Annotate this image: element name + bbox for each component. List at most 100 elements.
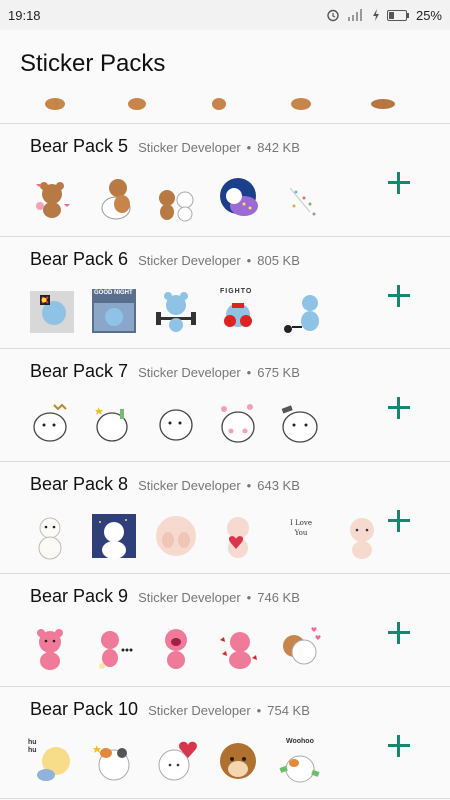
pack-meta: Sticker Developer • 805 KB	[138, 252, 300, 268]
sticker-image: GOOD NIGHT	[90, 287, 138, 335]
page-title: Sticker Packs	[20, 50, 166, 77]
sticker-image	[152, 512, 200, 560]
sticker-pack-row[interactable]: Bear Pack 7 Sticker Developer • 675 KB	[0, 349, 450, 462]
pack-size: 805 KB	[257, 252, 300, 268]
status-time: 19:18	[8, 7, 41, 23]
sticker-pack-row[interactable]: Bear Pack 9 Sticker Developer • 746 KB	[0, 574, 450, 687]
pack-header: Bear Pack 7 Sticker Developer • 675 KB	[30, 361, 300, 382]
sticker-caption: I Love You	[290, 518, 312, 537]
sticker-image	[214, 624, 262, 672]
pack-meta: Sticker Developer • 643 KB	[138, 477, 300, 493]
sticker-tray: I Love You	[28, 512, 386, 560]
sticker-image: FIGHTO	[214, 287, 262, 335]
sticker-image	[90, 624, 138, 672]
sticker-caption: hu hu	[28, 738, 37, 754]
status-icons: 25%	[326, 8, 442, 23]
add-icon[interactable]	[386, 508, 412, 534]
charging-icon	[372, 9, 380, 21]
sticker-image	[276, 174, 324, 222]
battery-percent: 25%	[415, 7, 442, 23]
sticker-image	[276, 287, 324, 335]
sticker-image	[152, 399, 200, 447]
pack-name: Bear Pack 10	[30, 698, 139, 719]
pack-author: Sticker Developer	[138, 140, 241, 155]
sticker-caption: Woohoo	[286, 737, 314, 745]
sticker-tray	[28, 399, 324, 447]
sticker-image	[204, 98, 252, 123]
sticker-pack-partial[interactable]	[0, 98, 450, 124]
pack-size: 643 KB	[257, 477, 300, 493]
pack-name: Bear Pack 8	[30, 473, 129, 494]
pack-size: 842 KB	[257, 140, 300, 155]
sticker-pack-row[interactable]: Bear Pack 6 Sticker Developer • 805 KB GOO…	[0, 236, 450, 349]
sticker-pack-list[interactable]: Bear Pack 5 Sticker Developer • 842 KB Bea…	[0, 98, 450, 800]
pack-author: Sticker Developer	[138, 252, 241, 268]
sticker-image	[286, 98, 334, 123]
pack-name: Bear Pack 7	[30, 361, 129, 381]
sticker-image	[214, 512, 262, 560]
sticker-tray: GOOD NIGHT FIGHTO	[28, 287, 324, 335]
status-bar: 19:18 25%	[0, 0, 450, 30]
sticker-image	[40, 98, 88, 123]
sticker-tray	[28, 174, 324, 222]
sticker-tray	[28, 624, 324, 672]
alarm-icon	[326, 8, 340, 22]
app-bar: Sticker Packs	[0, 30, 450, 98]
sticker-tray: hu hu Woohoo	[28, 737, 324, 785]
battery-icon	[386, 9, 409, 21]
pack-header: Bear Pack 5 Sticker Developer • 842 KB	[30, 136, 300, 157]
sticker-image	[152, 624, 200, 672]
sticker-image	[28, 512, 76, 560]
pack-author: Sticker Developer	[148, 702, 251, 718]
pack-size: 746 KB	[257, 590, 300, 605]
pack-author: Sticker Developer	[138, 365, 241, 380]
pack-name: Bear Pack 6	[30, 248, 129, 269]
sticker-tray	[40, 98, 416, 123]
pack-meta: Sticker Developer • 754 KB	[148, 702, 310, 718]
sticker-image: Woohoo	[276, 737, 324, 785]
pack-name: Bear Pack 5	[30, 136, 129, 156]
pack-header: Bear Pack 9 Sticker Developer • 746 KB	[30, 586, 300, 607]
sticker-image	[28, 174, 76, 222]
sticker-pack-row[interactable]: Bear Pack 8 Sticker Developer • 643 KB I L…	[0, 461, 450, 574]
sticker-caption: GOOD NIGHT	[94, 289, 133, 296]
sticker-image	[276, 399, 324, 447]
pack-author: Sticker Developer	[138, 590, 241, 605]
pack-name: Bear Pack 9	[30, 586, 129, 606]
sticker-image	[28, 624, 76, 672]
sticker-image	[214, 737, 262, 785]
sticker-image	[152, 174, 200, 222]
sticker-pack-row[interactable]: Bear Pack 10 Sticker Developer • 754 KB hu…	[0, 686, 450, 799]
sticker-image	[90, 174, 138, 222]
pack-header: Bear Pack 10 Sticker Developer • 754 KB	[30, 699, 310, 720]
sticker-image	[28, 399, 76, 447]
sticker-image	[276, 624, 324, 672]
sticker-image: hu hu	[28, 737, 76, 785]
sticker-pack-row[interactable]: Bear Pack 5 Sticker Developer • 842 KB	[0, 124, 450, 237]
sticker-image: I Love You	[276, 512, 324, 560]
pack-meta: Sticker Developer • 675 KB	[138, 365, 300, 380]
pack-header: Bear Pack 8 Sticker Developer • 643 KB	[30, 474, 300, 495]
add-icon[interactable]	[386, 170, 412, 196]
pack-size: 754 KB	[267, 702, 310, 718]
pack-meta: Sticker Developer • 842 KB	[138, 140, 300, 155]
add-icon[interactable]	[386, 733, 412, 759]
add-icon[interactable]	[386, 620, 412, 646]
sticker-caption: FIGHTO	[220, 287, 253, 295]
sticker-image	[338, 512, 386, 560]
add-icon[interactable]	[386, 395, 412, 421]
sticker-image	[214, 399, 262, 447]
add-icon[interactable]	[386, 283, 412, 309]
sticker-image	[90, 737, 138, 785]
sticker-image	[28, 287, 76, 335]
sticker-image	[152, 287, 200, 335]
signal-icon	[347, 9, 365, 21]
sticker-image	[152, 737, 200, 785]
sticker-image	[90, 512, 138, 560]
pack-author: Sticker Developer	[138, 477, 241, 493]
pack-header: Bear Pack 6 Sticker Developer • 805 KB	[30, 249, 300, 270]
sticker-image	[214, 174, 262, 222]
pack-meta: Sticker Developer • 746 KB	[138, 590, 300, 605]
pack-size: 675 KB	[257, 365, 300, 380]
sticker-image	[122, 98, 170, 123]
